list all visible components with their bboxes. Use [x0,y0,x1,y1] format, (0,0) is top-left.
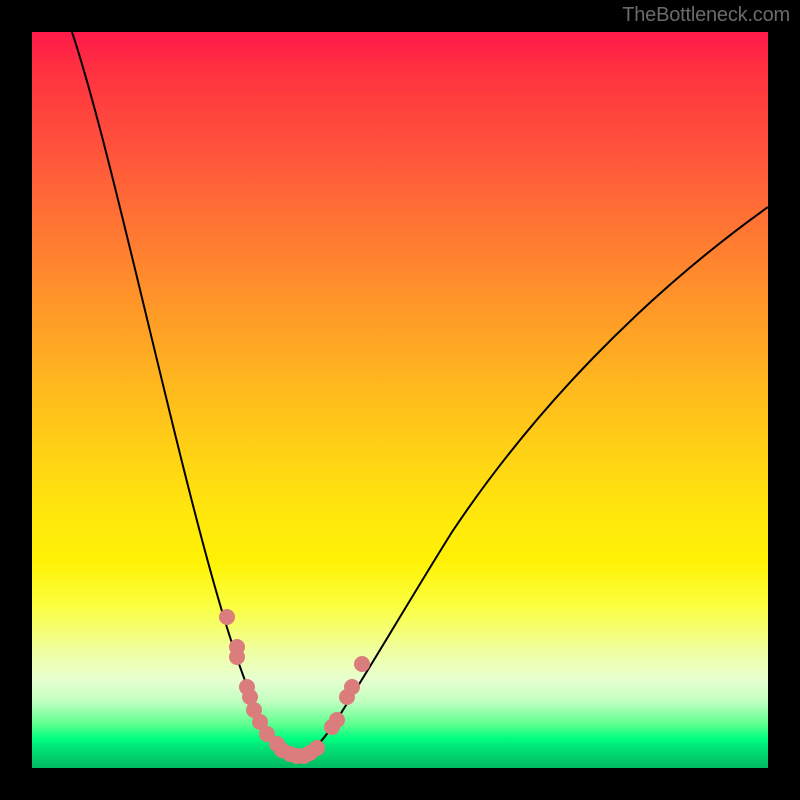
data-dot [329,712,345,728]
data-dot [309,740,325,756]
chart-svg [32,32,768,768]
outer-frame: TheBottleneck.com [0,0,800,800]
data-dot [344,679,360,695]
data-dot [354,656,370,672]
watermark-text: TheBottleneck.com [622,4,790,27]
data-dot [219,609,235,625]
data-dot [229,649,245,665]
bottleneck-curve-right [297,207,768,759]
plot-area [32,32,768,768]
bottleneck-curve-left [72,32,297,759]
